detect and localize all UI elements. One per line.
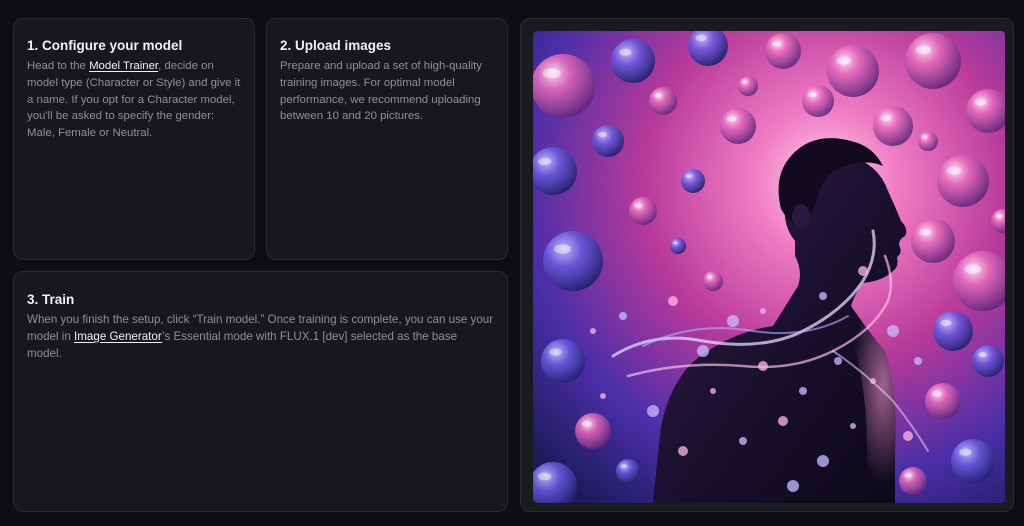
water-droplet [619, 312, 627, 320]
bubble [629, 197, 657, 225]
bubble-highlight [771, 40, 782, 47]
bubble [972, 345, 1004, 377]
bubble-highlight [634, 203, 643, 208]
step-card-train: 3. Train When you finish the setup, clic… [13, 271, 508, 512]
step-title: 1. Configure your model [27, 38, 183, 53]
bubble-highlight [946, 166, 962, 175]
water-droplet [600, 393, 606, 399]
bubble [649, 87, 677, 115]
bubble [616, 459, 640, 483]
bubble-highlight [964, 264, 981, 274]
water-droplet [760, 308, 766, 314]
bubble-highlight [940, 319, 952, 327]
bubble-highlight [581, 420, 592, 427]
water-droplet [668, 296, 678, 306]
bubble [933, 311, 973, 351]
bubble-highlight [915, 45, 932, 55]
model-trainer-link[interactable]: Model Trainer [89, 60, 158, 72]
water-droplet [590, 328, 596, 334]
water-droplet [819, 292, 827, 300]
bubble [951, 439, 995, 483]
water-droplet [758, 361, 768, 371]
step-description: Head to the Model Trainer, decide on mod… [27, 58, 242, 142]
bubble [670, 238, 686, 254]
bubble-highlight [620, 464, 628, 469]
bubble-highlight [977, 352, 987, 358]
bubble [918, 131, 938, 151]
bubble [911, 219, 955, 263]
example-image-frame [520, 18, 1014, 512]
bubble [827, 45, 879, 97]
bubble-highlight [654, 93, 663, 98]
water-droplet [710, 388, 716, 394]
bubble [765, 33, 801, 69]
water-droplet [787, 480, 799, 492]
bubble-highlight [959, 448, 972, 456]
water-droplet [914, 357, 922, 365]
bubble [720, 108, 756, 144]
water-droplet [697, 345, 709, 357]
water-droplet [778, 416, 788, 426]
step-card-upload: 2. Upload images Prepare and upload a se… [266, 18, 508, 260]
bubble [905, 33, 961, 89]
bubble [575, 413, 611, 449]
bubble-highlight [931, 390, 942, 397]
bubble-highlight [619, 48, 632, 56]
bubble-highlight [672, 241, 678, 245]
bubble [533, 54, 595, 118]
bubble-highlight [554, 244, 571, 254]
step-title: 2. Upload images [280, 38, 392, 53]
step-description: Prepare and upload a set of high-quality… [280, 60, 483, 123]
bubble [873, 106, 913, 146]
bubble-highlight [549, 348, 562, 356]
water-droplet [727, 315, 739, 327]
bubble [611, 39, 655, 83]
water-droplet [799, 387, 807, 395]
water-droplet [903, 431, 913, 441]
bubble-highlight [995, 214, 1003, 219]
bubble-highlight [685, 174, 693, 179]
bubble [541, 339, 585, 383]
water-droplet [817, 455, 829, 467]
image-generator-link[interactable]: Image Generator [74, 330, 162, 343]
bubble-highlight [537, 157, 552, 166]
bubble [925, 383, 961, 419]
step-text: Head to the [27, 60, 90, 72]
bubble-highlight [542, 68, 561, 79]
step-card-configure: 1. Configure your model Head to the Mode… [13, 18, 255, 260]
bubble-highlight [807, 92, 817, 98]
water-droplet [850, 423, 856, 429]
bubble-highlight [597, 132, 607, 138]
bubble [703, 271, 723, 291]
bubble-highlight [974, 98, 987, 106]
bubble-highlight [537, 472, 552, 481]
water-droplet [647, 405, 659, 417]
bubble [543, 231, 603, 291]
bubble-highlight [919, 228, 932, 236]
bubble-highlight [706, 275, 713, 279]
bubble-highlight [726, 115, 737, 122]
water-droplet [834, 357, 842, 365]
step-description: When you finish the setup, click “Train … [27, 312, 495, 362]
bubble [899, 467, 927, 495]
water-droplet [858, 266, 868, 276]
bubble-highlight [741, 80, 748, 84]
bubble-highlight [880, 114, 892, 122]
bubble [802, 85, 834, 117]
bubble [738, 76, 758, 96]
water-droplet [678, 446, 688, 456]
bubble-highlight [921, 135, 928, 139]
example-generated-image [533, 31, 1005, 503]
water-droplet [739, 437, 747, 445]
water-droplet [870, 378, 876, 384]
water-droplet [887, 325, 899, 337]
bubble-highlight [836, 56, 852, 65]
bubble-highlight [695, 34, 707, 42]
bubble [681, 169, 705, 193]
bubble [937, 155, 989, 207]
bubble [592, 125, 624, 157]
step-title: 3. Train [27, 292, 75, 307]
bubble-highlight [904, 473, 913, 478]
